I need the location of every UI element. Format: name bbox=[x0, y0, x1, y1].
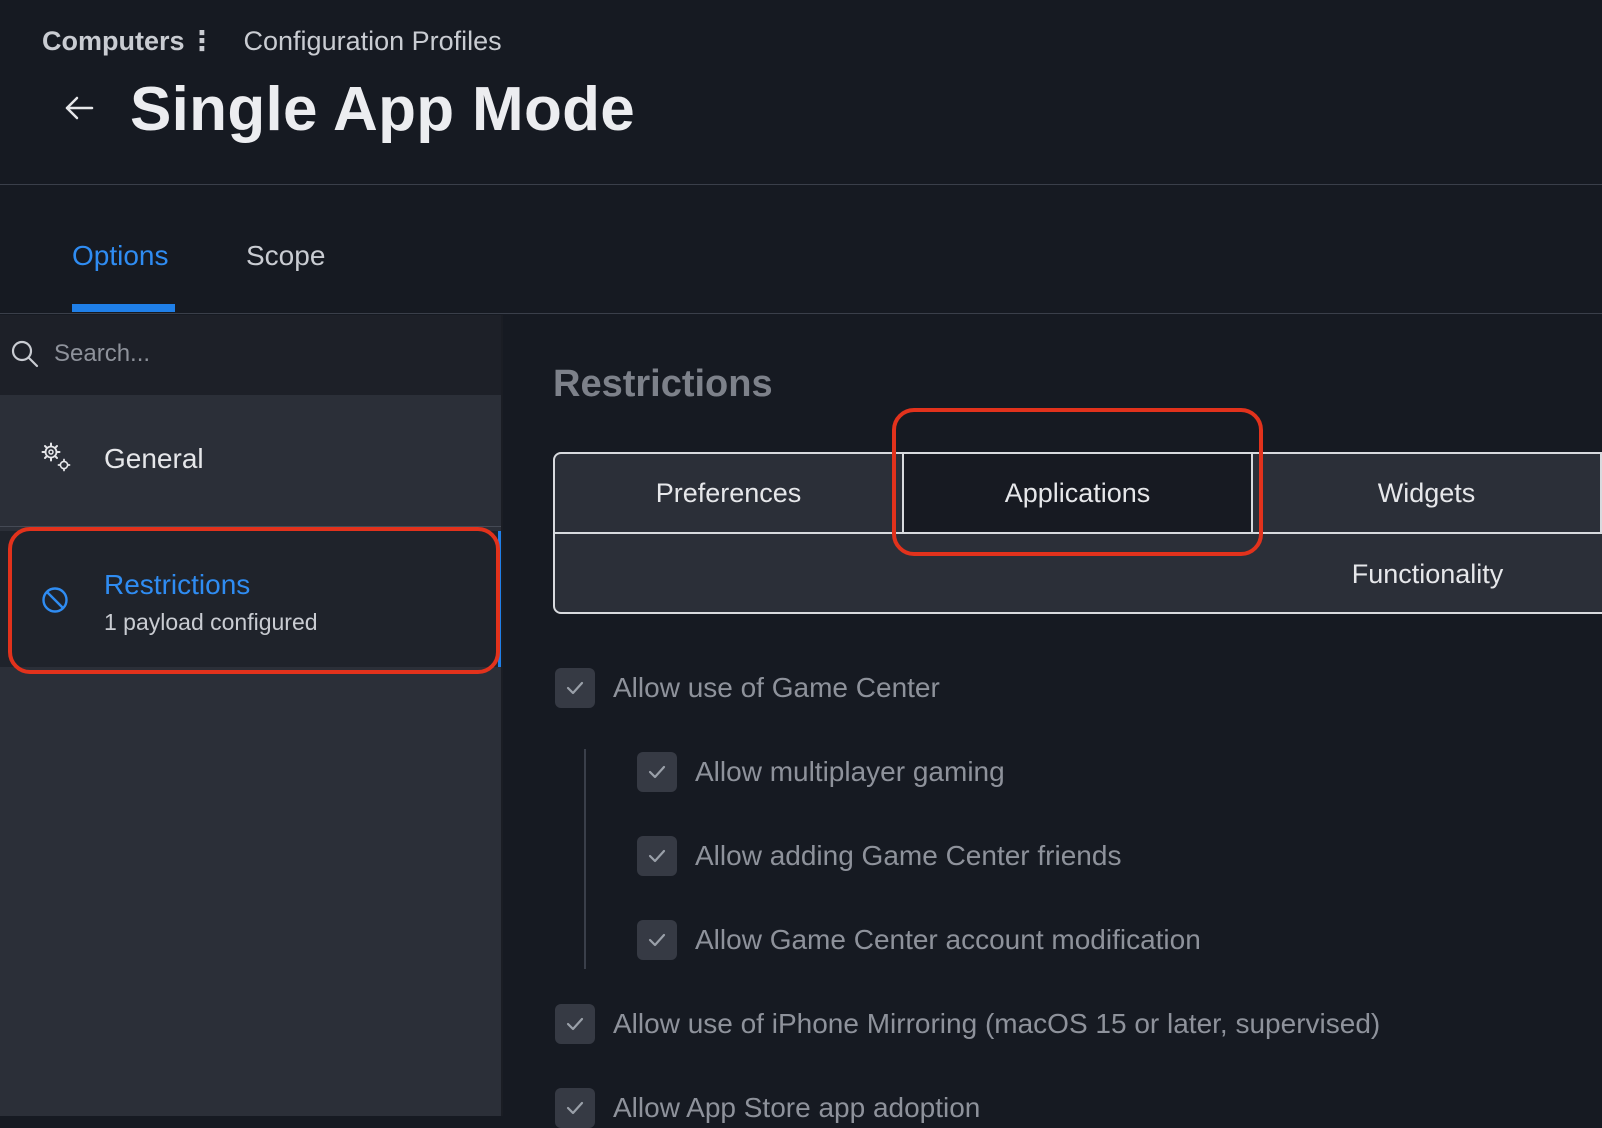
option-label: Allow multiplayer gaming bbox=[695, 756, 1005, 787]
option-label: Allow use of Game Center bbox=[613, 672, 940, 703]
checkbox-iphone-mirroring[interactable] bbox=[555, 1004, 595, 1044]
breadcrumb-configuration-profiles[interactable]: Configuration Profiles bbox=[244, 26, 502, 56]
segment-applications[interactable]: Applications bbox=[904, 454, 1253, 534]
payload-editor: Restrictions Preferences Applications Wi… bbox=[505, 315, 1602, 1128]
tabs-bar: Options Scope bbox=[0, 186, 1602, 314]
page-header: Computers Configuration Profiles Single A… bbox=[0, 0, 1602, 185]
restrictions-segmented-control: Preferences Applications Widgets Functio… bbox=[553, 452, 1602, 614]
option-label: Allow use of iPhone Mirroring (macOS 15 … bbox=[613, 1008, 1381, 1039]
search-icon bbox=[10, 339, 40, 369]
segment-functionality[interactable]: Functionality bbox=[1253, 534, 1602, 612]
breadcrumb: Computers Configuration Profiles bbox=[42, 26, 502, 57]
checkbox-adding-friends[interactable] bbox=[637, 836, 677, 876]
no-entry-icon bbox=[40, 585, 70, 615]
tab-options[interactable]: Options bbox=[72, 240, 169, 272]
option-label: Allow adding Game Center friends bbox=[695, 840, 1122, 871]
sidebar-item-restrictions[interactable]: Restrictions 1 payload configured bbox=[0, 531, 501, 667]
search-input[interactable] bbox=[54, 329, 484, 379]
checkbox-account-modification[interactable] bbox=[637, 920, 677, 960]
gears-icon bbox=[40, 441, 72, 473]
checkbox-multiplayer-gaming[interactable] bbox=[637, 752, 677, 792]
checkmark-icon bbox=[566, 681, 584, 695]
option-label: Allow Game Center account modification bbox=[695, 924, 1201, 955]
breadcrumb-separator-icon bbox=[189, 26, 216, 56]
search-bar bbox=[0, 315, 501, 395]
tab-scope[interactable]: Scope bbox=[246, 240, 325, 272]
checkmark-icon bbox=[566, 1017, 584, 1031]
option-label: Allow App Store app adoption bbox=[613, 1092, 981, 1123]
back-arrow-icon[interactable] bbox=[60, 88, 100, 128]
option-group-divider bbox=[584, 749, 586, 969]
active-tab-indicator bbox=[72, 304, 175, 312]
section-title: Restrictions bbox=[553, 363, 773, 405]
sidebar-item-label: Restrictions bbox=[104, 569, 251, 600]
checkbox-game-center[interactable] bbox=[555, 668, 595, 708]
checkmark-icon bbox=[648, 765, 666, 779]
page-title: Single App Mode bbox=[130, 75, 636, 144]
breadcrumb-computers[interactable]: Computers bbox=[42, 26, 185, 56]
segment-widgets[interactable]: Widgets bbox=[1253, 454, 1602, 534]
sidebar-item-general[interactable]: General bbox=[0, 395, 501, 527]
segment-preferences[interactable]: Preferences bbox=[555, 454, 904, 534]
checkmark-icon bbox=[648, 849, 666, 863]
payload-count-label: 1 payload configured bbox=[104, 609, 318, 635]
payload-sidebar: General Restrictions 1 payload configure… bbox=[0, 315, 503, 1116]
checkmark-icon bbox=[648, 933, 666, 947]
sidebar-item-label: General bbox=[104, 443, 204, 474]
checkbox-app-store-adoption[interactable] bbox=[555, 1088, 595, 1128]
